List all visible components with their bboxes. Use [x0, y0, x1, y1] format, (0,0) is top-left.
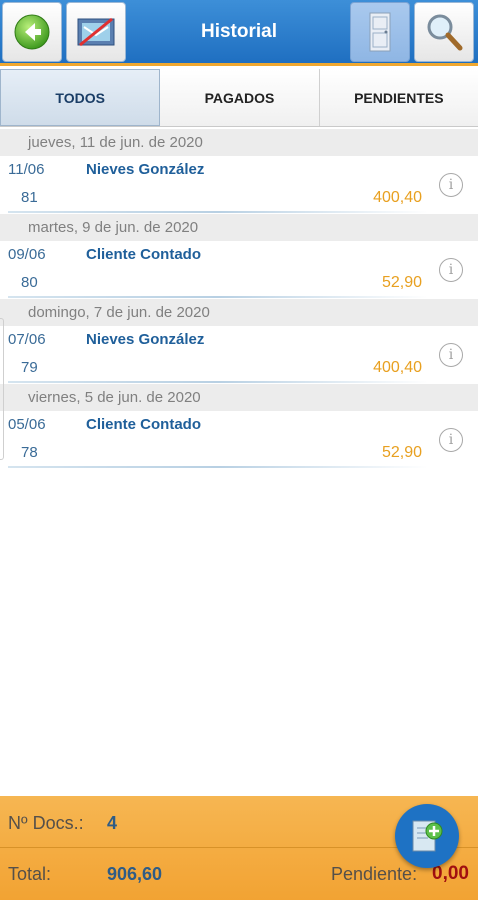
pending-value: 0,00 [432, 863, 469, 884]
list-item[interactable]: 05/06 Cliente Contado 78 52,90 i [0, 411, 478, 469]
item-client: Cliente Contado [86, 416, 201, 433]
cancel-document-icon [77, 17, 115, 47]
date-group-header: jueves, 11 de jun. de 2020 [0, 129, 478, 156]
filter-tabs: TODOS PAGADOS PENDIENTES [0, 69, 478, 127]
item-amount: 52,90 [381, 444, 422, 461]
search-button[interactable] [414, 2, 474, 62]
page-title: Historial [200, 21, 278, 42]
item-number: 79 [21, 359, 38, 376]
info-icon[interactable]: i [439, 258, 463, 282]
new-document-button[interactable] [395, 804, 459, 868]
item-date: 11/06 [8, 161, 45, 178]
date-group-header: viernes, 5 de jun. de 2020 [0, 384, 478, 411]
door-icon [369, 12, 391, 52]
row-divider [8, 466, 428, 468]
list-item[interactable]: 09/06 Cliente Contado 80 52,90 i [0, 241, 478, 299]
pending-label: Pendiente: [331, 864, 418, 884]
info-icon[interactable]: i [439, 428, 463, 452]
date-group-header: martes, 9 de jun. de 2020 [0, 214, 478, 241]
list-item[interactable]: 07/06 Nieves González 79 400,40 i [0, 326, 478, 384]
item-amount: 400,40 [373, 189, 422, 206]
tab-pendientes[interactable]: PENDIENTES [319, 69, 478, 126]
row-divider [8, 211, 428, 213]
total-value: 906,60 [107, 864, 163, 884]
list-item[interactable]: 11/06 Nieves González 81 400,40 i [0, 156, 478, 214]
item-client: Cliente Contado [86, 246, 201, 263]
total-label: Total: [8, 864, 52, 884]
document-list: jueves, 11 de jun. de 2020 11/06 Nieves … [0, 129, 478, 469]
app-header: Historial [0, 0, 478, 66]
item-date: 05/06 [8, 416, 46, 433]
item-number: 81 [21, 189, 38, 206]
item-number: 78 [21, 444, 38, 461]
add-document-icon [412, 820, 443, 852]
info-icon[interactable]: i [439, 343, 463, 367]
item-amount: 52,90 [381, 274, 422, 291]
docs-count-label: Nº Docs.: [8, 813, 84, 833]
tab-pagados[interactable]: PAGADOS [160, 69, 320, 126]
item-date: 09/06 [8, 246, 46, 263]
item-client: Nieves González [86, 331, 205, 348]
info-icon[interactable]: i [439, 173, 463, 197]
row-divider [8, 381, 428, 383]
back-arrow-icon [14, 14, 50, 50]
item-client: Nieves González [86, 161, 205, 178]
cancel-document-button[interactable] [66, 2, 126, 62]
docs-count-value: 4 [107, 813, 118, 833]
row-divider [8, 296, 428, 298]
exit-button[interactable] [350, 2, 410, 62]
item-date: 07/06 [8, 331, 46, 348]
side-drawer-handle[interactable] [0, 318, 4, 460]
item-amount: 400,40 [373, 359, 422, 376]
back-button[interactable] [2, 2, 62, 62]
date-group-header: domingo, 7 de jun. de 2020 [0, 299, 478, 326]
magnifier-icon [427, 14, 463, 51]
item-number: 80 [21, 274, 38, 291]
tab-todos[interactable]: TODOS [0, 69, 161, 126]
